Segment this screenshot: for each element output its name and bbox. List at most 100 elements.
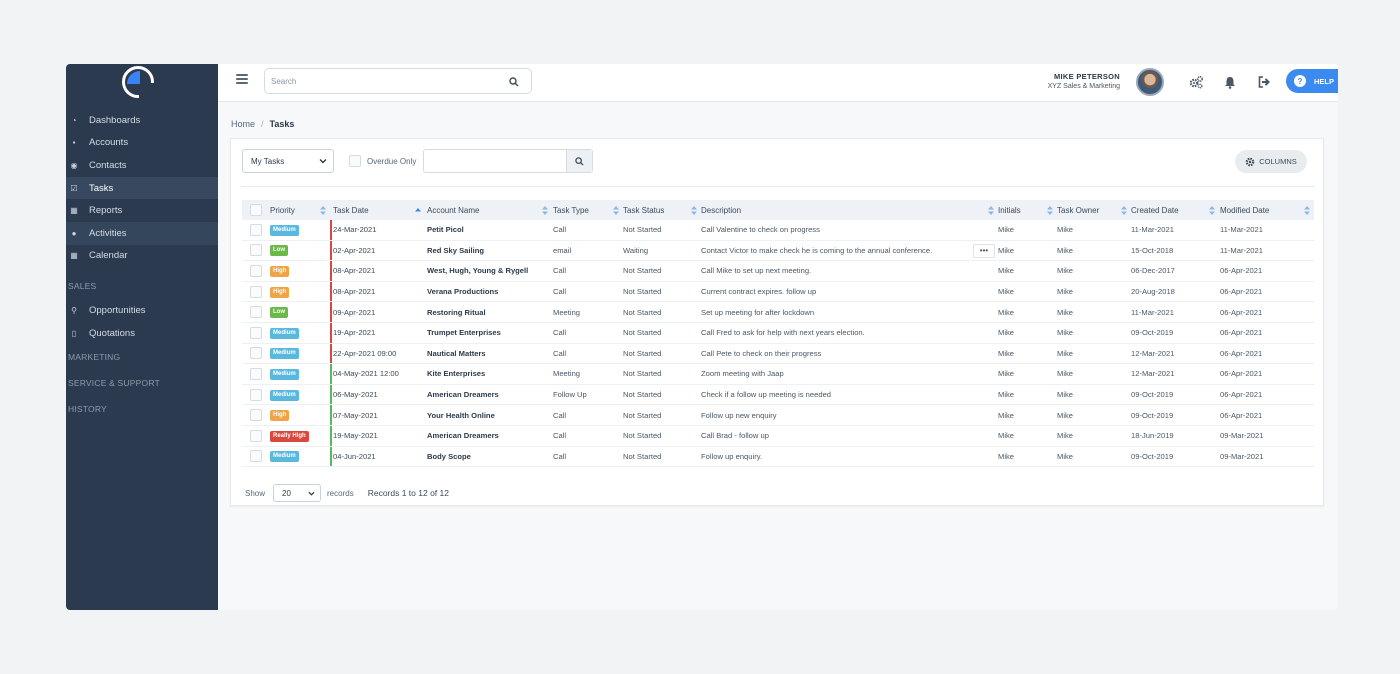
show-label: Show [245,489,265,498]
header-account-name[interactable]: Account Name [425,200,552,220]
account-name-cell[interactable]: Body Scope [425,452,552,461]
app-logo[interactable] [122,66,154,98]
sidebar-item-label: Opportunities [89,305,146,316]
sidebar-section-marketing[interactable]: MARKETING [66,344,218,370]
row-checkbox[interactable] [250,306,262,318]
header-description[interactable]: Description [701,200,998,220]
columns-button[interactable]: COLUMNS [1235,150,1307,173]
row-checkbox[interactable] [250,327,262,339]
logout-icon[interactable] [1256,74,1272,90]
table-row[interactable]: Really High19-May-2021American DreamersC… [242,426,1314,447]
bell-icon[interactable] [1222,74,1238,90]
sidebar-item-contacts[interactable]: ◉Contacts [66,154,218,177]
avatar[interactable] [1136,68,1164,96]
modified-date-cell: 06-Apr-2021 [1219,411,1314,420]
row-checkbox[interactable] [250,244,262,256]
account-name-cell[interactable]: Verana Productions [425,287,552,296]
task-date-cell: 08-Apr-2021 [330,266,425,275]
row-checkbox[interactable] [250,224,262,236]
table-row[interactable]: Medium06-May-2021American DreamersFollow… [242,385,1314,406]
sidebar-item-reports[interactable]: ▦Reports [66,199,218,222]
account-name-cell[interactable]: Red Sky Sailing [425,246,552,255]
priority-badge: High [270,266,289,277]
table-row[interactable]: Medium24-Mar-2021Petit PicolCallNot Star… [242,220,1314,241]
account-name-cell[interactable]: Kite Enterprises [425,369,552,378]
sidebar-item-label: Contacts [89,160,127,171]
sidebar-section-history[interactable]: HISTORY [66,396,218,422]
more-options-icon[interactable]: ••• [973,244,995,258]
sidebar-item-accounts[interactable]: ▪Accounts [66,132,218,155]
header-task-owner[interactable]: Task Owner [1057,200,1131,220]
row-checkbox[interactable] [250,430,262,442]
sort-icon [1209,206,1215,215]
search-input[interactable] [271,74,491,88]
created-date-cell: 09-Oct-2019 [1131,328,1219,337]
overdue-only-toggle[interactable]: Overdue Only [349,155,416,167]
search-icon[interactable] [509,77,519,87]
modified-date-cell: 06-Apr-2021 [1219,328,1314,337]
task-status-cell: Not Started [623,369,701,378]
header-priority[interactable]: Priority [270,200,330,220]
row-checkbox[interactable] [250,286,262,298]
header-created-date[interactable]: Created Date [1131,200,1219,220]
sidebar-section-service-support[interactable]: SERVICE & SUPPORT [66,370,218,396]
sidebar-item-quotations[interactable]: ▯Quotations [66,322,218,345]
account-name-cell[interactable]: Petit Picol [425,225,552,234]
row-checkbox[interactable] [250,368,262,380]
sidebar-item-opportunities[interactable]: ⚲Opportunities [66,299,218,322]
table-row[interactable]: High 08-Apr-2021West, Hugh, Young & Rygel… [242,261,1314,282]
initials-cell: Mike [998,308,1057,317]
overdue-checkbox[interactable] [349,155,361,167]
select-all-cell [242,200,270,220]
modified-date-cell: 11-Mar-2021 [1219,225,1314,234]
row-checkbox[interactable] [250,265,262,277]
tasks-panel: My Tasks Overdue Only COLUMNS Priority T… [230,138,1324,506]
account-name-cell[interactable]: American Dreamers [425,431,552,440]
account-name-cell[interactable]: West, Hugh, Young & Rygell [425,266,552,275]
table-row[interactable]: Medium04-Jun-2021Body ScopeCallNot Start… [242,447,1314,468]
table-search-input[interactable] [424,150,568,172]
row-checkbox[interactable] [250,450,262,462]
table-row[interactable]: Low09-Apr-2021Restoring RitualMeetingNot… [242,302,1314,323]
priority-cell: Low [270,244,330,256]
header-task-status[interactable]: Task Status [623,200,701,220]
top-header: MIKE PETERSON XYZ Sales & Marketing ? HE… [218,64,1338,102]
table-row[interactable]: High08-Apr-2021Verana ProductionsCallNot… [242,282,1314,303]
table-row[interactable]: High07-May-2021Your Health OnlineCallNot… [242,405,1314,426]
sidebar-item-dashboards[interactable]: ◔Dashboards [66,109,218,132]
table-row[interactable]: Medium22-Apr-2021 09:00Nautical MattersC… [242,344,1314,365]
sidebar-item-activities[interactable]: ●Activities [66,222,218,245]
row-checkbox[interactable] [250,409,262,421]
breadcrumb-home[interactable]: Home [231,119,255,129]
header-initials[interactable]: Initials [998,200,1057,220]
header-modified-date[interactable]: Modified Date [1219,200,1314,220]
header-task-type[interactable]: Task Type [552,200,623,220]
settings-gears-icon[interactable] [1188,74,1204,90]
sidebar-item-calendar[interactable]: ▦Calendar [66,245,218,268]
account-name-cell[interactable]: Nautical Matters [425,349,552,358]
table-row[interactable]: Low02-Apr-2021Red Sky SailingemailWaitin… [242,241,1314,262]
table-row[interactable]: Medium04-May-2021 12:00Kite EnterprisesM… [242,364,1314,385]
menu-icon[interactable] [236,74,248,84]
account-name-cell[interactable]: Your Health Online [425,411,552,420]
select-all-checkbox[interactable] [250,204,262,216]
account-name-cell[interactable]: Trumpet Enterprises [425,328,552,337]
page-size-select[interactable]: 20 [273,484,321,502]
app-window: ◔Dashboards▪Accounts◉Contacts☑Tasks▦Repo… [66,64,1338,610]
header-task-date[interactable]: Task Date [330,200,425,220]
table-row[interactable]: Medium19-Apr-2021Trumpet EnterprisesCall… [242,323,1314,344]
task-filter-select[interactable]: My Tasks [242,149,334,173]
sidebar-section-sales[interactable]: SALES [66,273,218,299]
row-checkbox[interactable] [250,347,262,359]
row-checkbox[interactable] [250,389,262,401]
help-button[interactable]: ? HELP [1286,69,1338,93]
sidebar-item-tasks[interactable]: ☑Tasks [66,177,218,200]
task-type-cell: Call [552,411,623,420]
priority-cell: Really High [270,430,330,442]
table-search-button[interactable] [566,150,592,172]
row-status-bar [330,302,332,322]
description-cell: Call Fred to ask for help with next year… [701,328,998,337]
account-name-cell[interactable]: American Dreamers [425,390,552,399]
sort-icon [613,206,619,215]
account-name-cell[interactable]: Restoring Ritual [425,308,552,317]
